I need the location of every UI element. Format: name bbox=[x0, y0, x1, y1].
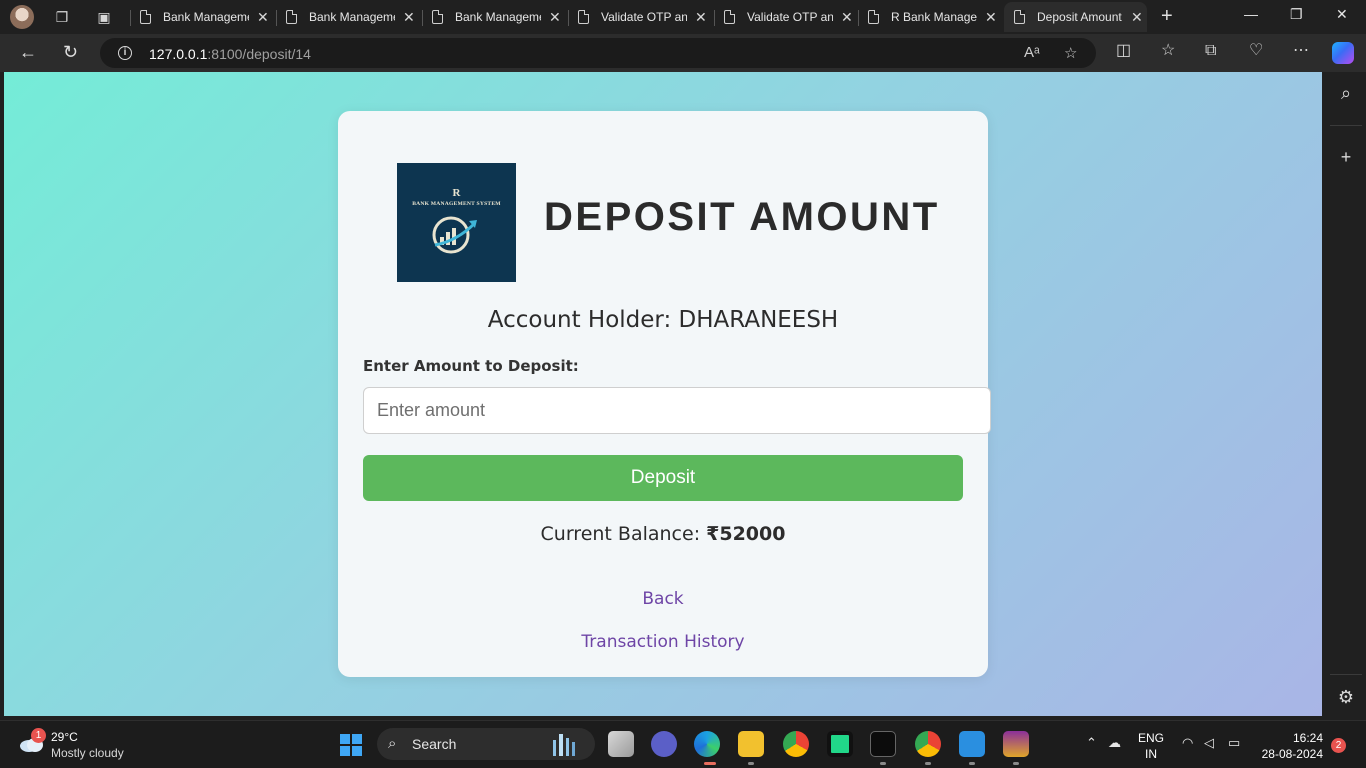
sidebar-add-icon[interactable]: + bbox=[1336, 147, 1356, 168]
favorites-icon[interactable]: ☆ bbox=[1161, 42, 1175, 60]
battery-icon[interactable]: ▭ bbox=[1228, 735, 1240, 751]
address-toolbar: ← ↻ i 127.0.0.1:8100/deposit/14 Aᵃ ☆ ◫ ☆… bbox=[0, 34, 1366, 72]
divider bbox=[1330, 674, 1362, 675]
browser-essentials-icon[interactable]: ♡ bbox=[1249, 42, 1263, 60]
winrar-icon[interactable] bbox=[1003, 731, 1029, 757]
terminal-icon[interactable] bbox=[870, 731, 896, 757]
tab-bank-management-2[interactable]: Bank Management System ✕ bbox=[276, 2, 419, 32]
more-options-icon[interactable]: ⋯ bbox=[1293, 42, 1309, 60]
url-text[interactable]: 127.0.0.1:8100/deposit/14 bbox=[149, 46, 311, 62]
chrome-icon[interactable] bbox=[783, 731, 809, 757]
address-bar[interactable]: i 127.0.0.1:8100/deposit/14 Aᵃ ☆ bbox=[100, 38, 1096, 68]
page-icon bbox=[1014, 10, 1025, 24]
minimize-button[interactable]: — bbox=[1244, 6, 1258, 22]
close-icon[interactable]: ✕ bbox=[403, 9, 415, 26]
taskbar-search[interactable]: ⌕ Search bbox=[377, 728, 595, 760]
back-arrow-icon[interactable]: ← bbox=[19, 42, 37, 62]
split-screen-icon[interactable]: ◫ bbox=[1116, 42, 1131, 60]
page-icon bbox=[868, 10, 879, 24]
page-icon bbox=[724, 10, 735, 24]
transaction-history-link[interactable]: Transaction History bbox=[338, 632, 988, 652]
close-icon[interactable]: ✕ bbox=[841, 9, 853, 26]
vscode-icon[interactable] bbox=[959, 731, 985, 757]
tab-bank-management-3[interactable]: Bank Management System ✕ bbox=[422, 2, 565, 32]
close-icon[interactable]: ✕ bbox=[695, 9, 707, 26]
running-indicator bbox=[925, 762, 931, 765]
weather-alert-badge: 1 bbox=[31, 728, 46, 743]
workspaces-icon[interactable]: ❐ bbox=[53, 8, 71, 26]
page-icon bbox=[140, 10, 151, 24]
favorite-star-icon[interactable]: ☆ bbox=[1064, 44, 1077, 62]
close-icon[interactable]: ✕ bbox=[257, 9, 269, 26]
temperature[interactable]: 29°C bbox=[51, 730, 78, 744]
onedrive-cloud-icon[interactable]: ☁ bbox=[1108, 735, 1121, 751]
page-icon bbox=[286, 10, 297, 24]
balance-value: ₹52000 bbox=[706, 523, 786, 545]
profile-avatar[interactable] bbox=[10, 5, 34, 29]
running-indicator bbox=[748, 762, 754, 765]
read-aloud-icon[interactable]: Aᵃ bbox=[1024, 44, 1040, 61]
close-icon[interactable]: ✕ bbox=[985, 9, 997, 26]
file-explorer-icon[interactable] bbox=[738, 731, 764, 757]
volume-icon[interactable]: ◁ bbox=[1204, 735, 1214, 751]
active-indicator bbox=[704, 762, 716, 765]
growth-chart-icon bbox=[432, 216, 477, 254]
info-icon[interactable]: i bbox=[118, 46, 132, 60]
divider bbox=[1330, 125, 1362, 126]
refresh-icon[interactable]: ↻ bbox=[63, 42, 78, 62]
windows-start-icon[interactable] bbox=[340, 734, 362, 756]
sidebar-search-icon[interactable]: ⌕ bbox=[1336, 83, 1356, 104]
system-clock[interactable]: 16:24 28-08-2024 bbox=[1257, 730, 1323, 762]
page-icon bbox=[578, 10, 589, 24]
search-highlight-icon bbox=[553, 734, 575, 756]
language-indicator[interactable]: ENG IN bbox=[1138, 730, 1164, 762]
new-tab-button[interactable]: + bbox=[1161, 6, 1173, 26]
tab-validate-otp-1[interactable]: Validate OTP and ✕ bbox=[568, 2, 711, 32]
tab-r-bank-management[interactable]: R Bank Management ✕ bbox=[858, 2, 1001, 32]
running-indicator bbox=[880, 762, 886, 765]
notification-badge[interactable]: 2 bbox=[1331, 738, 1346, 753]
search-icon: ⌕ bbox=[388, 735, 397, 752]
teams-chat-icon[interactable] bbox=[651, 731, 677, 757]
amount-label: Enter Amount to Deposit: bbox=[363, 357, 579, 375]
deposit-card: R BANK MANAGEMENT SYSTEM DEPOSIT AMOUNT … bbox=[338, 111, 991, 677]
sidebar-settings-icon[interactable]: ⚙ bbox=[1336, 687, 1356, 708]
page-icon bbox=[432, 10, 443, 24]
amount-input[interactable] bbox=[363, 387, 991, 434]
chrome-profile-icon[interactable] bbox=[915, 731, 941, 757]
tab-actions-icon[interactable]: ▣ bbox=[95, 8, 113, 26]
tab-validate-otp-2[interactable]: Validate OTP and ✕ bbox=[714, 2, 857, 32]
collections-icon[interactable]: ⧉ bbox=[1205, 42, 1216, 60]
pycharm-icon[interactable] bbox=[827, 731, 853, 757]
running-indicator bbox=[1013, 762, 1019, 765]
edge-browser-icon[interactable] bbox=[694, 731, 720, 757]
windows-taskbar: 1 29°C Mostly cloudy ⌕ Search ⌃ ☁ ENG IN … bbox=[0, 720, 1366, 768]
close-icon[interactable]: ✕ bbox=[1131, 9, 1143, 26]
bank-logo: R BANK MANAGEMENT SYSTEM bbox=[397, 163, 516, 282]
wifi-icon[interactable]: ◠ bbox=[1182, 735, 1193, 751]
task-view-icon[interactable] bbox=[608, 731, 634, 757]
browser-tab-bar: ❐ ▣ Bank Management System ✕ Bank Manage… bbox=[0, 0, 1366, 34]
close-icon[interactable]: ✕ bbox=[549, 9, 561, 26]
tab-bank-management-1[interactable]: Bank Management System ✕ bbox=[130, 2, 273, 32]
account-holder-text: Account Holder: DHARANEESH bbox=[487, 307, 839, 333]
window-close-button[interactable]: ✕ bbox=[1336, 6, 1348, 23]
deposit-button[interactable]: Deposit bbox=[363, 455, 963, 501]
page-viewport: R BANK MANAGEMENT SYSTEM DEPOSIT AMOUNT … bbox=[4, 72, 1322, 716]
copilot-icon[interactable] bbox=[1332, 42, 1354, 64]
weather-condition[interactable]: Mostly cloudy bbox=[51, 746, 124, 760]
page-title: DEPOSIT AMOUNT bbox=[544, 195, 940, 239]
edge-sidebar: ⌕ + ⚙ bbox=[1326, 72, 1366, 716]
tab-deposit-amount[interactable]: Deposit Amount ✕ bbox=[1004, 2, 1147, 32]
current-balance: Current Balance: ₹52000 bbox=[540, 523, 786, 545]
restore-button[interactable]: ❐ bbox=[1290, 6, 1303, 23]
running-indicator bbox=[969, 762, 975, 765]
chevron-up-icon[interactable]: ⌃ bbox=[1086, 735, 1097, 751]
back-link[interactable]: Back bbox=[338, 589, 988, 609]
